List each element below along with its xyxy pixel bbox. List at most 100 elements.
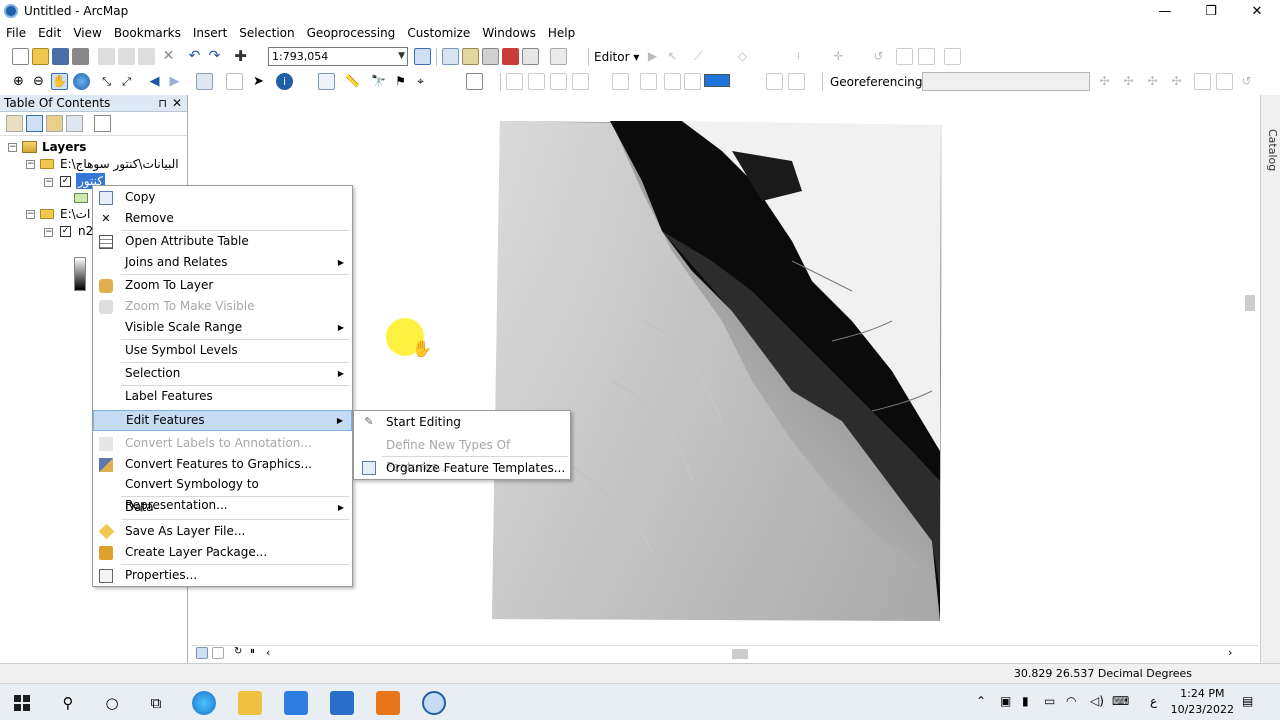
layout-page-icon[interactable] — [612, 73, 629, 90]
menu-convert-symbology-to-representation[interactable]: Convert Symbology to Representation... — [93, 474, 352, 512]
menu-save-as-layer-file[interactable]: Save As Layer File... — [93, 521, 352, 542]
layout-zoom-percent-icon[interactable] — [684, 73, 701, 90]
python-icon[interactable] — [522, 48, 539, 65]
dem-layer-name[interactable]: n2 — [78, 223, 93, 239]
zoom-in-icon[interactable]: ⊕ — [10, 73, 27, 90]
task-view-icon[interactable]: ⧉ — [144, 691, 168, 715]
find-route-icon[interactable]: ⚑ — [392, 73, 409, 90]
notifications-icon[interactable]: ▤ — [1242, 694, 1253, 708]
catalog-window-icon[interactable] — [462, 48, 479, 65]
pause-drawing-icon[interactable]: ⏸ — [250, 646, 262, 658]
paste-icon[interactable] — [138, 48, 155, 65]
close-button[interactable]: ✕ — [1234, 0, 1280, 22]
close-icon[interactable]: ✕ — [172, 95, 182, 112]
full-extent-icon[interactable] — [73, 73, 90, 90]
select-features-icon[interactable] — [196, 73, 213, 90]
identify-icon[interactable]: i — [276, 73, 293, 90]
copy-tool-icon[interactable] — [118, 48, 135, 65]
menu-use-symbol-levels[interactable]: Use Symbol Levels — [93, 340, 352, 361]
table-of-contents-icon[interactable] — [442, 48, 459, 65]
layout-zoom-in-icon[interactable] — [506, 73, 523, 90]
volume-icon[interactable]: ◁) — [1090, 694, 1104, 708]
cut-icon[interactable] — [98, 48, 115, 65]
straight-segment-icon[interactable]: ⟋ — [690, 48, 707, 65]
scroll-left-icon[interactable]: ‹ — [266, 646, 278, 659]
minimize-button[interactable]: — — [1142, 0, 1188, 22]
pin-icon[interactable]: ⊓ — [158, 95, 167, 112]
editor-toolbar-icon[interactable] — [414, 48, 431, 65]
menu-zoom-to-make-visible[interactable]: Zoom To Make Visible — [93, 296, 352, 317]
fixed-zoom-in-icon[interactable]: ⤡ — [98, 73, 115, 90]
collapse-icon[interactable]: − — [8, 143, 17, 152]
menu-label-features[interactable]: Label Features — [93, 386, 352, 407]
arctoolbox-icon[interactable] — [502, 48, 519, 65]
wifi-icon[interactable]: ◠ — [1066, 694, 1076, 708]
create-features-icon[interactable] — [944, 48, 961, 65]
layer-visibility-checkbox[interactable]: ✓ — [60, 176, 71, 187]
add-control-points-icon[interactable]: ✣ — [1096, 73, 1113, 90]
edit-annotation-icon[interactable]: ↖ — [664, 48, 681, 65]
collapse-icon[interactable]: − — [44, 178, 53, 187]
layout-view-icon[interactable] — [212, 647, 224, 659]
search-icon[interactable]: ⚲ — [56, 691, 80, 715]
georeferencing-menu[interactable]: Georeferencing ▾ — [830, 73, 932, 91]
arcmap-taskbar-icon[interactable] — [422, 691, 446, 715]
horizontal-scrollbar[interactable]: ↻ ⏸ ‹ › — [192, 645, 1258, 662]
menu-help[interactable]: Help — [542, 23, 581, 43]
layout-pan-icon[interactable] — [550, 73, 567, 90]
add-data-icon[interactable]: ✚ — [232, 48, 249, 65]
menu-start-editing[interactable]: ✎ Start Editing — [354, 411, 570, 433]
rotate-georef-icon[interactable]: ✣ — [1144, 73, 1161, 90]
menu-data[interactable]: Data ▶ — [93, 497, 352, 518]
menu-properties[interactable]: Properties... — [93, 565, 352, 586]
layout-forward-icon[interactable] — [664, 73, 681, 90]
html-popup-icon[interactable] — [318, 73, 335, 90]
data-view-icon[interactable] — [196, 647, 208, 659]
system-clock[interactable]: 1:24 PM 10/23/2022 — [1171, 686, 1234, 718]
data-source-folder-2[interactable]: E:\ات — [60, 206, 90, 222]
georef-layer-combo[interactable] — [922, 72, 1090, 91]
rotate-icon[interactable]: ✛ — [830, 48, 847, 65]
network-device-icon[interactable]: ▣ — [1000, 694, 1011, 708]
menu-insert[interactable]: Insert — [187, 23, 233, 43]
reset-transformation-icon[interactable]: ↺ — [1238, 73, 1255, 90]
attributes-icon[interactable] — [896, 48, 913, 65]
collapse-icon[interactable]: − — [44, 228, 53, 237]
select-elements-icon[interactable]: ➤ — [250, 73, 267, 90]
layout-full-icon[interactable] — [572, 73, 589, 90]
create-viewer-icon[interactable] — [466, 73, 483, 90]
microphone-icon[interactable]: ▮ — [1022, 694, 1029, 708]
menu-organize-feature-templates[interactable]: Organize Feature Templates... — [354, 457, 570, 479]
menu-define-new-types-of-features[interactable]: Define New Types Of Features... — [354, 434, 570, 474]
color-swatch[interactable] — [704, 74, 730, 87]
cortana-icon[interactable]: ○ — [100, 691, 124, 715]
print-icon[interactable] — [72, 48, 89, 65]
menu-selection[interactable]: Selection — [233, 23, 300, 43]
layer-visibility-checkbox[interactable]: ✓ — [60, 226, 71, 237]
trace-icon[interactable]: ◇ — [734, 48, 751, 65]
menu-visible-scale-range[interactable]: Visible Scale Range ▶ — [93, 317, 352, 338]
store-icon[interactable] — [284, 691, 308, 715]
horizontal-scroll-thumb[interactable] — [732, 649, 748, 659]
mail-icon[interactable] — [330, 691, 354, 715]
back-extent-icon[interactable]: ◀ — [146, 73, 163, 90]
file-explorer-icon[interactable] — [238, 691, 262, 715]
clear-selection-icon[interactable] — [226, 73, 243, 90]
windows-start-icon[interactable] — [10, 691, 34, 715]
layout-zoom-out-icon[interactable] — [528, 73, 545, 90]
map-scale-combo[interactable]: 1:793,054 ▼ — [268, 47, 408, 66]
tray-overflow-icon[interactable]: ⌃ — [976, 694, 986, 708]
scale-georef-icon[interactable]: ✣ — [1168, 73, 1185, 90]
list-by-selection-icon[interactable] — [66, 115, 83, 132]
zoom-out-icon[interactable]: ⊖ — [30, 73, 47, 90]
undo-icon[interactable]: ↶ — [186, 48, 203, 65]
menu-windows[interactable]: Windows — [476, 23, 542, 43]
open-icon[interactable] — [32, 48, 49, 65]
viewer-icon[interactable] — [1216, 73, 1233, 90]
restore-button[interactable]: ❐ — [1188, 0, 1234, 22]
input-language[interactable]: ع — [1150, 694, 1157, 708]
menu-convert-features-to-graphics[interactable]: Convert Features to Graphics... — [93, 454, 352, 475]
vertical-scrollbar[interactable] — [1242, 95, 1258, 645]
menu-selection[interactable]: Selection ▶ — [93, 363, 352, 384]
new-document-icon[interactable] — [12, 48, 29, 65]
